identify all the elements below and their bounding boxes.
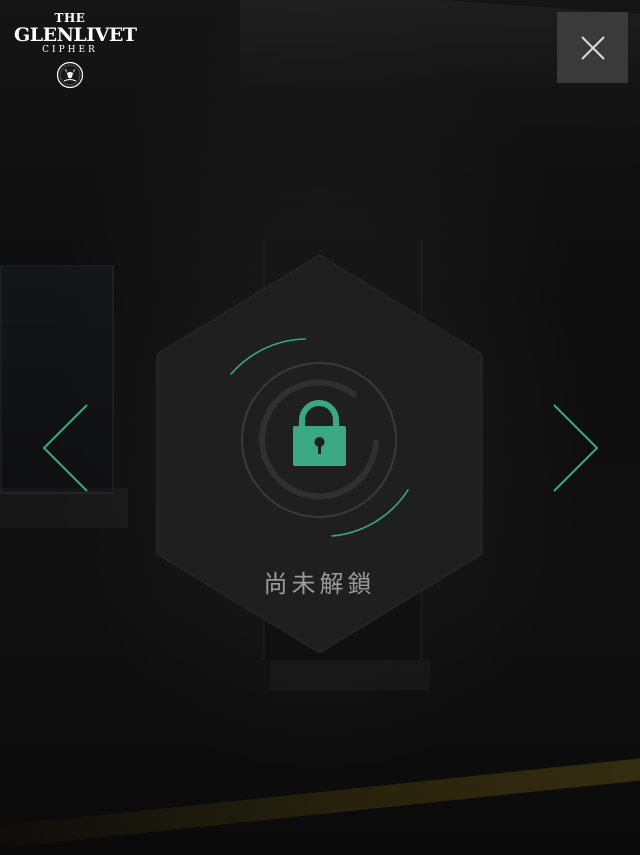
background-step <box>270 660 430 690</box>
brand-logo: THE GLENLIVET CIPHER <box>14 12 137 89</box>
chevron-right-icon <box>553 404 599 492</box>
logo-sub: CIPHER <box>42 45 98 55</box>
next-button[interactable] <box>551 403 601 493</box>
close-button[interactable] <box>557 12 628 83</box>
close-icon <box>580 35 605 60</box>
stag-emblem-icon <box>56 61 84 89</box>
background-ledge <box>0 488 128 528</box>
background-floor-stripe <box>0 750 640 852</box>
screen: THE GLENLIVET CIPHER 尚未解鎖 <box>0 0 640 855</box>
chevron-left-icon <box>42 404 88 492</box>
padlock-icon <box>293 400 346 466</box>
outer-accent-arc-top <box>230 338 306 375</box>
logo-brand: GLENLIVET <box>14 24 137 46</box>
locked-item-card[interactable]: 尚未解鎖 <box>156 254 483 654</box>
previous-button[interactable] <box>40 403 90 493</box>
lock-status-label: 尚未解鎖 <box>263 570 376 598</box>
